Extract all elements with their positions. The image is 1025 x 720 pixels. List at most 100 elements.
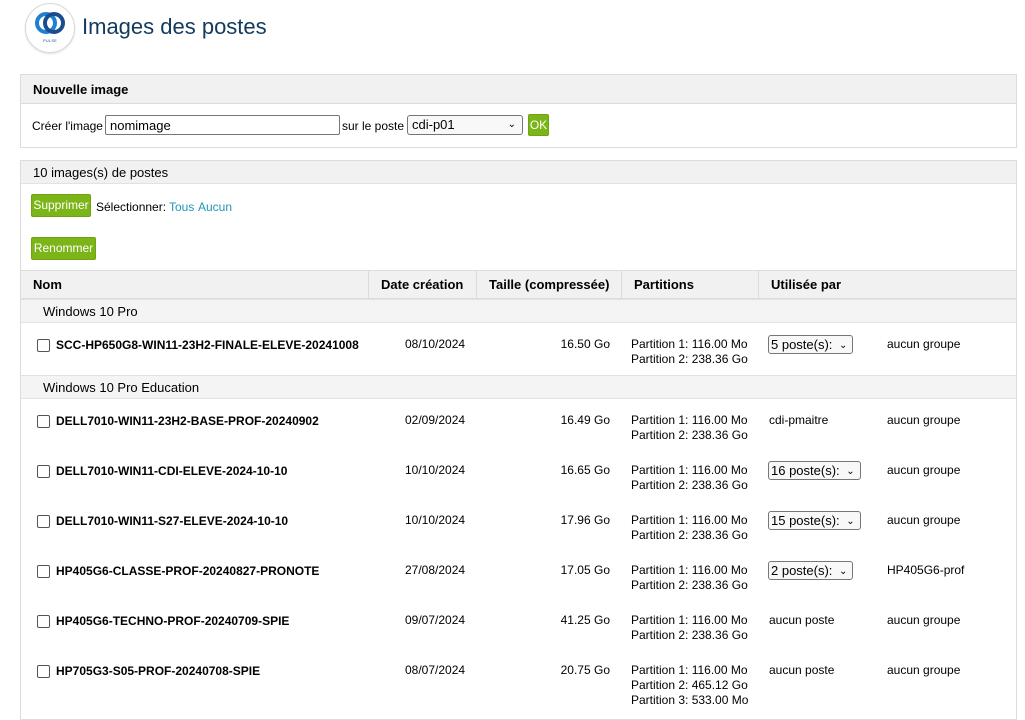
row-checkbox[interactable] bbox=[37, 665, 50, 678]
poste-group: aucun groupe bbox=[887, 463, 961, 477]
row-checkbox[interactable] bbox=[37, 615, 50, 628]
image-name: DELL7010-WIN11-23H2-BASE-PROF-20240902 bbox=[56, 414, 319, 428]
column-header-used-by: Utilisée par bbox=[758, 271, 1016, 298]
partition-entry: Partition 1: 116.00 Mo bbox=[631, 513, 748, 527]
creation-date: 27/08/2024 bbox=[405, 563, 466, 577]
used-by-select[interactable]: 16 poste(s): ⌄ bbox=[768, 461, 861, 480]
page-title: Images des postes bbox=[82, 14, 267, 39]
table-row: DELL7010-WIN11-23H2-BASE-PROF-20240902 02… bbox=[21, 401, 1016, 451]
partitions-list: Partition 1: 116.00 Mo Partition 2: 238.3… bbox=[631, 613, 748, 643]
image-name: DELL7010-WIN11-S27-ELEVE-2024-10-10 bbox=[56, 514, 289, 528]
compressed-size: 17.05 Go bbox=[560, 563, 610, 577]
table-row: DELL7010-WIN11-S27-ELEVE-2024-10-10 10/10… bbox=[21, 501, 1016, 551]
partition-entry: Partition 2: 238.36 Go bbox=[631, 352, 748, 366]
image-name: DELL7010-WIN11-CDI-ELEVE-2024-10-10 bbox=[56, 464, 288, 478]
group-row: Windows 10 Pro bbox=[21, 299, 1016, 323]
select-none-link[interactable]: Aucun bbox=[198, 200, 232, 214]
table-header: Nom Date création Taille (compressée) Pa… bbox=[21, 270, 1016, 299]
used-by-select[interactable]: 2 poste(s): ⌄ bbox=[768, 561, 854, 580]
partition-entry: Partition 2: 465.12 Go bbox=[631, 678, 748, 692]
partitions-list: Partition 1: 116.00 Mo Partition 2: 238.3… bbox=[631, 563, 748, 593]
create-image-label: Créer l'image bbox=[32, 119, 103, 133]
image-name: HP405G6-TECHNO-PROF-20240709-SPIE bbox=[56, 614, 290, 628]
table-row: HP405G6-TECHNO-PROF-20240709-SPIE 09/07/2… bbox=[21, 601, 1016, 651]
compressed-size: 16.65 Go bbox=[560, 463, 610, 477]
row-checkbox[interactable] bbox=[37, 415, 50, 428]
used-by-select[interactable]: 5 poste(s): ⌄ bbox=[768, 335, 854, 354]
column-header-size[interactable]: Taille (compressée) bbox=[476, 271, 621, 298]
ok-button[interactable]: OK bbox=[528, 114, 549, 136]
partition-entry: Partition 1: 116.00 Mo bbox=[631, 337, 748, 351]
rename-button[interactable]: Renommer bbox=[31, 237, 96, 260]
partition-entry: Partition 1: 116.00 Mo bbox=[631, 613, 748, 627]
creation-date: 02/09/2024 bbox=[405, 413, 466, 427]
poste-label: sur le poste bbox=[342, 119, 405, 133]
used-by-select-value: 16 poste(s): bbox=[771, 463, 840, 478]
new-image-panel: Nouvelle image Créer l'image sur le post… bbox=[20, 74, 1017, 148]
partition-entry: Partition 2: 238.36 Go bbox=[631, 428, 748, 442]
column-header-partitions: Partitions bbox=[621, 271, 758, 298]
used-by-select-value: 5 poste(s): bbox=[771, 337, 833, 352]
partition-entry: Partition 2: 238.36 Go bbox=[631, 578, 748, 592]
table-row: HP705G3-S05-PROF-20240708-SPIE 08/07/2024… bbox=[21, 651, 1016, 707]
partition-entry: Partition 3: 533.00 Mo bbox=[631, 693, 749, 707]
poste-group: HP405G6-prof bbox=[887, 563, 965, 577]
create-image-form: Créer l'image sur le poste cdi-p01 ⌄ OK bbox=[21, 104, 1016, 148]
poste-group: aucun groupe bbox=[887, 513, 961, 527]
poste-select-value: cdi-p01 bbox=[412, 117, 455, 132]
poste-group: aucun groupe bbox=[887, 413, 961, 427]
delete-button[interactable]: Supprimer bbox=[31, 194, 91, 217]
used-by-text: aucun poste bbox=[769, 613, 835, 627]
page-header: PULSE Images des postes bbox=[0, 0, 1025, 60]
used-by-text: cdi-pmaitre bbox=[769, 413, 829, 427]
compressed-size: 16.49 Go bbox=[560, 413, 610, 427]
image-name: SCC-HP650G8-WIN11-23H2-FINALE-ELEVE-2024… bbox=[56, 338, 359, 352]
chevron-down-icon: ⌄ bbox=[846, 466, 855, 477]
image-name: HP705G3-S05-PROF-20240708-SPIE bbox=[56, 664, 261, 678]
chevron-down-icon: ⌄ bbox=[839, 340, 848, 351]
used-by-select[interactable]: 15 poste(s): ⌄ bbox=[768, 511, 861, 530]
poste-select[interactable]: cdi-p01 ⌄ bbox=[407, 115, 523, 135]
poste-group: aucun groupe bbox=[887, 663, 961, 677]
partitions-list: Partition 1: 116.00 Mo Partition 2: 238.3… bbox=[631, 413, 748, 443]
creation-date: 10/10/2024 bbox=[405, 463, 466, 477]
creation-date: 10/10/2024 bbox=[405, 513, 466, 527]
creation-date: 09/07/2024 bbox=[405, 613, 466, 627]
partitions-list: Partition 1: 116.00 Mo Partition 2: 238.3… bbox=[631, 337, 748, 367]
chevron-down-icon: ⌄ bbox=[839, 566, 848, 577]
partition-entry: Partition 2: 238.36 Go bbox=[631, 628, 748, 642]
table-row: DELL7010-WIN11-CDI-ELEVE-2024-10-10 10/10… bbox=[21, 451, 1016, 501]
logo-brand-text: PULSE bbox=[42, 38, 58, 43]
logo-mark-icon bbox=[35, 12, 65, 34]
row-checkbox[interactable] bbox=[37, 465, 50, 478]
row-checkbox[interactable] bbox=[37, 339, 50, 352]
row-checkbox[interactable] bbox=[37, 565, 50, 578]
partition-entry: Partition 1: 116.00 Mo bbox=[631, 413, 748, 427]
compressed-size: 17.96 Go bbox=[560, 513, 610, 527]
row-checkbox[interactable] bbox=[37, 515, 50, 528]
table-row: HP405G6-CLASSE-PROF-20240827-PRONOTE 27/0… bbox=[21, 551, 1016, 601]
used-by-select-value: 2 poste(s): bbox=[771, 563, 833, 578]
compressed-size: 20.75 Go bbox=[560, 663, 610, 677]
creation-date: 08/07/2024 bbox=[405, 663, 466, 677]
partitions-list: Partition 1: 116.00 Mo Partition 2: 238.3… bbox=[631, 463, 748, 493]
partition-entry: Partition 1: 116.00 Mo bbox=[631, 663, 748, 677]
images-heading: 10 images(s) de postes bbox=[21, 161, 1016, 184]
poste-group: aucun groupe bbox=[887, 337, 961, 351]
chevron-down-icon: ⌄ bbox=[846, 516, 855, 527]
images-panel: 10 images(s) de postes Supprimer Sélecti… bbox=[20, 160, 1017, 720]
image-name: HP405G6-CLASSE-PROF-20240827-PRONOTE bbox=[56, 564, 320, 578]
image-name-input[interactable] bbox=[105, 115, 340, 135]
new-image-heading: Nouvelle image bbox=[21, 75, 1016, 104]
creation-date: 08/10/2024 bbox=[405, 337, 466, 351]
column-header-date[interactable]: Date création bbox=[368, 271, 476, 298]
column-header-name[interactable]: Nom bbox=[21, 271, 368, 298]
table-row: SCC-HP650G8-WIN11-23H2-FINALE-ELEVE-2024… bbox=[21, 325, 1016, 375]
select-all-link[interactable]: Tous bbox=[169, 200, 194, 214]
group-row: Windows 10 Pro Education bbox=[21, 375, 1016, 399]
poste-group: aucun groupe bbox=[887, 613, 961, 627]
partition-entry: Partition 1: 116.00 Mo bbox=[631, 463, 748, 477]
compressed-size: 16.50 Go bbox=[560, 337, 610, 351]
partitions-list: Partition 1: 116.00 Mo Partition 2: 465.1… bbox=[631, 663, 748, 708]
app-logo: PULSE bbox=[25, 3, 75, 53]
